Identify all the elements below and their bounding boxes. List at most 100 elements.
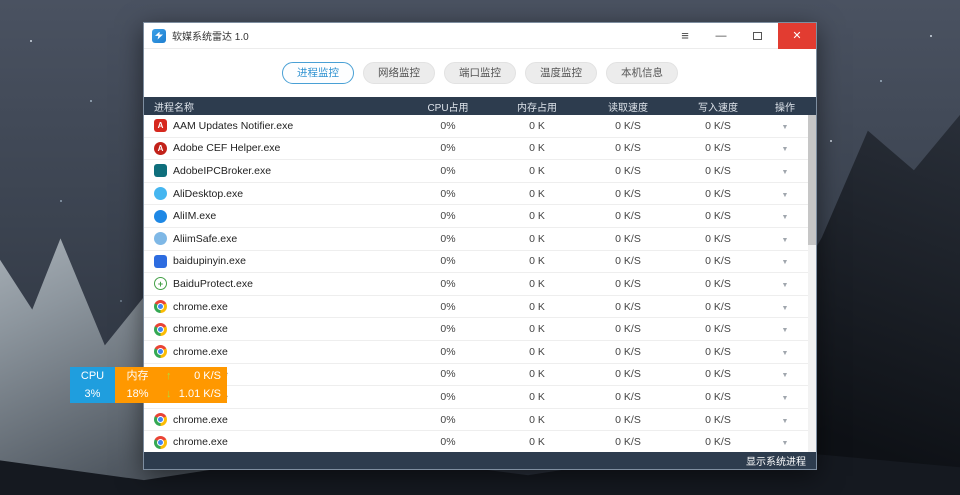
actions-cell: ▼: [762, 233, 808, 245]
actions-cell: ▼: [762, 210, 808, 222]
tab-port-monitor[interactable]: 端口监控: [444, 62, 516, 84]
chevron-down-icon[interactable]: ▼: [782, 259, 789, 266]
chevron-down-icon[interactable]: ▼: [782, 169, 789, 176]
maximize-button[interactable]: [742, 23, 772, 49]
table-row[interactable]: baidupinyin.exe0%0 K0 K/S0 K/S▼: [144, 251, 816, 274]
cpu-usage: 0%: [404, 346, 492, 358]
process-name-cell: AAdobe CEF Helper.exe: [144, 142, 404, 155]
chrome-icon: [154, 345, 167, 358]
memory-usage: 0 K: [492, 368, 582, 380]
table-row[interactable]: AliDesktop.exe0%0 K0 K/S0 K/S▼: [144, 183, 816, 206]
read-speed: 0 K/S: [582, 323, 674, 335]
table-row[interactable]: chrome.exe0%0 K0 K/S0 K/S▼: [144, 409, 816, 432]
scrollbar[interactable]: [808, 115, 816, 452]
table-row[interactable]: chrome.exe0%0 K0 K/S0 K/S▼: [144, 364, 816, 387]
process-name: chrome.exe: [173, 436, 228, 448]
scrollbar-thumb[interactable]: [808, 115, 816, 245]
actions-cell: ▼: [762, 301, 808, 313]
read-speed: 0 K/S: [582, 233, 674, 245]
chevron-down-icon[interactable]: ▼: [782, 305, 789, 312]
read-speed: 0 K/S: [582, 368, 674, 380]
tab-temperature-monitor[interactable]: 温度监控: [525, 62, 597, 84]
chevron-down-icon[interactable]: ▼: [782, 350, 789, 357]
table-row[interactable]: chrome.exe0%0 K0 K/S0 K/S▼: [144, 318, 816, 341]
process-name-cell: AliDesktop.exe: [144, 187, 404, 200]
write-speed: 0 K/S: [674, 165, 762, 177]
chrome-icon: [154, 323, 167, 336]
table-row[interactable]: chrome.exe0%0 K0 K/S0 K/S▼: [144, 386, 816, 409]
write-speed: 0 K/S: [674, 414, 762, 426]
read-speed: 0 K/S: [582, 391, 674, 403]
cpu-usage: 0%: [404, 188, 492, 200]
memory-usage: 0 K: [492, 301, 582, 313]
table-row[interactable]: +BaiduProtect.exe0%0 K0 K/S0 K/S▼: [144, 273, 816, 296]
actions-cell: ▼: [762, 346, 808, 358]
table-row[interactable]: AliimSafe.exe0%0 K0 K/S0 K/S▼: [144, 228, 816, 251]
process-name: AAM Updates Notifier.exe: [173, 120, 293, 132]
process-name-cell: chrome.exe: [144, 300, 404, 313]
chevron-down-icon[interactable]: ▼: [782, 395, 789, 402]
table-row[interactable]: chrome.exe0%0 K0 K/S0 K/S▼: [144, 296, 816, 319]
column-header: 进程名称: [144, 99, 404, 114]
chevron-down-icon[interactable]: ▼: [782, 372, 789, 379]
process-name: chrome.exe: [173, 414, 228, 426]
menu-icon[interactable]: ≡: [670, 23, 700, 49]
process-name: chrome.exe: [173, 346, 228, 358]
table-header: 进程名称CPU占用内存占用读取速度写入速度操作: [144, 97, 816, 115]
tab-local-info[interactable]: 本机信息: [606, 62, 678, 84]
table-row[interactable]: chrome.exe0%0 K0 K/S0 K/S▼: [144, 431, 816, 452]
window-title: 软媒系统雷达 1.0: [172, 28, 249, 43]
cpu-usage: 0%: [404, 278, 492, 290]
actions-cell: ▼: [762, 165, 808, 177]
chevron-down-icon[interactable]: ▼: [782, 282, 789, 289]
actions-cell: ▼: [762, 368, 808, 380]
download-speed-value: 1.01 K/S: [179, 385, 221, 403]
close-button[interactable]: ✕: [778, 23, 816, 49]
chevron-down-icon[interactable]: ▼: [782, 146, 789, 153]
read-speed: 0 K/S: [582, 436, 674, 448]
chevron-down-icon[interactable]: ▼: [782, 440, 789, 447]
title-bar: 软媒系统雷达 1.0 ≡ — ✕: [144, 23, 816, 49]
chevron-down-icon[interactable]: ▼: [782, 418, 789, 425]
cpu-widget-value: 3%: [70, 385, 115, 403]
memory-usage: 0 K: [492, 255, 582, 267]
cpu-usage: 0%: [404, 436, 492, 448]
write-speed: 0 K/S: [674, 436, 762, 448]
read-speed: 0 K/S: [582, 120, 674, 132]
chevron-down-icon[interactable]: ▼: [782, 327, 789, 334]
chevron-down-icon[interactable]: ▼: [782, 214, 789, 221]
memory-usage: 0 K: [492, 120, 582, 132]
table-row[interactable]: AdobeIPCBroker.exe0%0 K0 K/S0 K/S▼: [144, 160, 816, 183]
table-row[interactable]: AAAM Updates Notifier.exe0%0 K0 K/S0 K/S…: [144, 115, 816, 138]
actions-cell: ▼: [762, 142, 808, 154]
table-row[interactable]: AliIM.exe0%0 K0 K/S0 K/S▼: [144, 205, 816, 228]
memory-usage: 0 K: [492, 188, 582, 200]
process-name-cell: chrome.exe: [144, 323, 404, 336]
cpu-usage: 0%: [404, 142, 492, 154]
tab-process-monitor[interactable]: 进程监控: [282, 62, 354, 84]
memory-usage: 0 K: [492, 233, 582, 245]
tab-network-monitor[interactable]: 网络监控: [363, 62, 435, 84]
cpu-usage: 0%: [404, 255, 492, 267]
minimize-button[interactable]: —: [706, 23, 736, 49]
actions-cell: ▼: [762, 391, 808, 403]
chevron-down-icon[interactable]: ▼: [782, 192, 789, 199]
adobe-cef-icon: A: [154, 142, 167, 155]
column-header: 写入速度: [674, 99, 762, 114]
cpu-usage: 0%: [404, 368, 492, 380]
write-speed: 0 K/S: [674, 210, 762, 222]
chevron-down-icon[interactable]: ▼: [782, 237, 789, 244]
process-name: chrome.exe: [173, 301, 228, 313]
table-row[interactable]: chrome.exe0%0 K0 K/S0 K/S▼: [144, 341, 816, 364]
monitor-widget[interactable]: CPU 3% 内存 18% ↑ 0 K/S ↓ 1.01 K/S: [70, 367, 227, 403]
write-speed: 0 K/S: [674, 255, 762, 267]
process-name-cell: AliimSafe.exe: [144, 232, 404, 245]
read-speed: 0 K/S: [582, 210, 674, 222]
write-speed: 0 K/S: [674, 142, 762, 154]
chevron-down-icon[interactable]: ▼: [782, 124, 789, 131]
column-header: 内存占用: [492, 99, 582, 114]
show-system-processes-link[interactable]: 显示系统进程: [746, 453, 806, 468]
table-row[interactable]: AAdobe CEF Helper.exe0%0 K0 K/S0 K/S▼: [144, 138, 816, 161]
memory-widget-cell: 内存 18%: [115, 367, 160, 403]
process-name-cell: chrome.exe: [144, 436, 404, 449]
